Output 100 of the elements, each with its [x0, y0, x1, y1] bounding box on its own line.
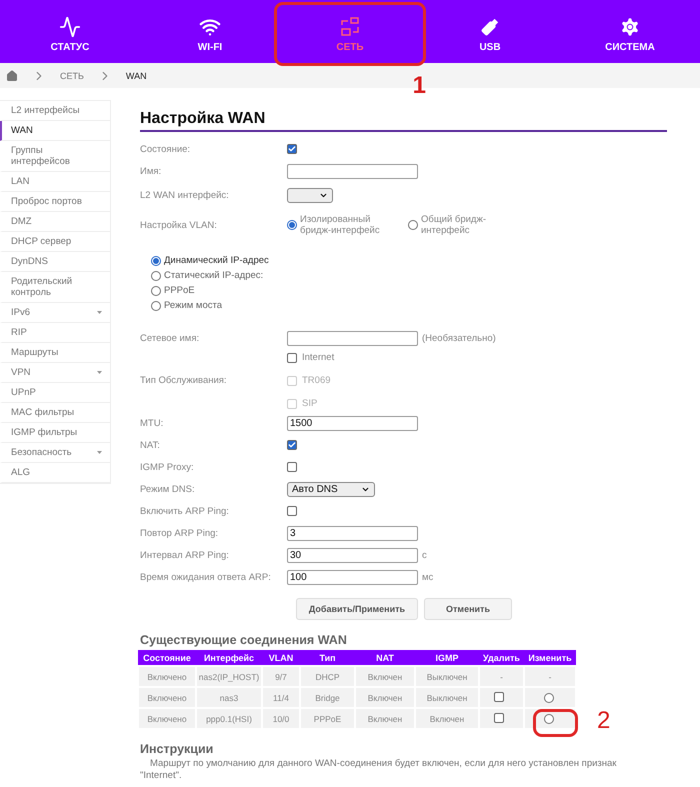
sidebar-item[interactable]: Группы интерфейсов	[0, 141, 110, 172]
table-cell: Включен	[355, 708, 415, 729]
column-header: Удалить	[479, 650, 524, 666]
radio-label: PPPoE	[164, 285, 195, 296]
radio-label: Режим моста	[164, 300, 222, 311]
field-label: MTU:	[140, 418, 164, 428]
column-header: VLAN	[262, 650, 300, 666]
breadcrumb-item[interactable]: СЕТЬ	[60, 70, 84, 80]
radio-label: Статический IP-адрес:	[164, 270, 264, 281]
table-cell: 9/7	[262, 666, 300, 687]
sidebar-item[interactable]: WAN	[0, 121, 110, 141]
radio-label: Динамический IP-адрес	[164, 255, 269, 266]
input-field[interactable]	[287, 164, 418, 178]
table-cell: Включен	[415, 708, 479, 729]
nav-tab[interactable]: USB	[420, 0, 560, 63]
input-field[interactable]	[287, 330, 418, 346]
field-hint: с	[422, 550, 427, 560]
radio-label: Изолированный бридж-интерфейс	[300, 214, 381, 236]
field-hint: (Необязательно)	[422, 332, 496, 344]
radio-button[interactable]	[151, 256, 161, 266]
field-hint: мс	[422, 572, 434, 582]
sidebar-item[interactable]: LAN	[0, 172, 110, 192]
table-cell: Bridge	[300, 687, 355, 708]
column-header: IGMP	[415, 650, 479, 666]
sidebar-item[interactable]: VPN	[0, 363, 110, 383]
settings-icon	[619, 16, 641, 38]
table-cell: nas2(IP_HOST)	[196, 666, 262, 687]
section-title: Инструкции	[140, 742, 214, 756]
caret-icon	[97, 371, 102, 374]
sidebar-item[interactable]: DynDNS	[0, 252, 110, 272]
input-field[interactable]: 30	[287, 548, 418, 562]
sidebar-item[interactable]: RIP	[0, 323, 110, 343]
table-cell: nas3	[196, 687, 262, 708]
flash-drive-icon	[479, 16, 501, 38]
caret-icon	[97, 451, 102, 454]
pulse-icon	[59, 16, 81, 38]
table-cell: Включено	[138, 708, 196, 729]
radio-button[interactable]	[287, 220, 297, 230]
nav-tab[interactable]: WI-FI	[140, 0, 280, 63]
form-button[interactable]: Добавить/Применить	[296, 598, 418, 620]
checkbox[interactable]	[287, 352, 297, 362]
sidebar-item[interactable]: Проброс портов	[0, 192, 110, 212]
sidebar-item[interactable]: MAC фильтры	[0, 403, 110, 423]
radio-button[interactable]	[151, 300, 161, 310]
radio-button[interactable]	[151, 286, 161, 296]
sidebar-item[interactable]: IPv6	[0, 303, 110, 323]
checkbox[interactable]	[287, 144, 297, 154]
field-label: Интервал ARP Ping:	[140, 550, 230, 560]
input-field[interactable]: 3	[287, 526, 418, 540]
dropdown[interactable]	[287, 188, 333, 202]
field-label: Имя:	[140, 166, 162, 176]
field-label: Состояние:	[140, 144, 192, 154]
breadcrumb-item[interactable]: WAN	[126, 70, 147, 80]
field-label: Сетевое имя:	[140, 332, 200, 344]
sidebar-item[interactable]: DMZ	[0, 212, 110, 232]
radio-button[interactable]	[408, 220, 418, 230]
sidebar-item[interactable]: Родительский контроль	[0, 272, 110, 303]
section-title: Существующие соединения WAN	[140, 633, 348, 647]
table-cell: Выключен	[415, 687, 479, 708]
input-field[interactable]: 1500	[287, 416, 418, 430]
field-label: Время ожидания ответа ARP:	[140, 572, 272, 582]
sidebar-item[interactable]: Безопасность	[0, 443, 110, 463]
column-header: Интерфейс	[196, 650, 262, 666]
sidebar-item[interactable]: UPnP	[0, 383, 110, 403]
checkbox[interactable]	[287, 506, 297, 516]
radio-label: Общий бридж-интерфейс	[421, 214, 487, 236]
table-cell: DHCP	[300, 666, 355, 687]
column-header: NAT	[355, 650, 415, 666]
sidebar-item[interactable]: L2 интерфейсы	[0, 101, 110, 121]
radio-button[interactable]	[544, 714, 554, 724]
radio-button[interactable]	[151, 270, 161, 280]
field-label: Настройка VLAN:	[140, 220, 218, 230]
form-button[interactable]: Отменить	[424, 598, 512, 620]
checkbox[interactable]	[287, 462, 297, 472]
sidebar-item[interactable]: ALG	[0, 463, 110, 483]
dropdown[interactable]: Авто DNS	[287, 482, 375, 496]
sidebar-item[interactable]: Маршруты	[0, 343, 110, 363]
field-label: L2 WAN интерфейс:	[140, 190, 230, 200]
table-cell-text: -	[500, 672, 503, 682]
checkbox[interactable]	[494, 692, 504, 702]
table-cell: PPPoE	[300, 708, 355, 729]
field-label: Тип Обслуживания:	[140, 375, 228, 386]
field-label: Включить ARP Ping:	[140, 506, 230, 516]
home-icon[interactable]	[6, 70, 18, 82]
sidebar-item[interactable]: IGMP фильтры	[0, 423, 110, 443]
table-cell-text: -	[548, 672, 552, 682]
table-cell: Выключен	[415, 666, 479, 687]
instructions-text: Маршрут по умолчанию для данного WAN-соединения будет включен, если для него установлен признак "Internet".	[140, 758, 618, 782]
nav-tab[interactable]: СТАТУС	[0, 0, 140, 63]
network-icon	[339, 16, 361, 38]
checkbox-label: SIP	[302, 398, 318, 409]
annotation-number: 2	[597, 707, 610, 735]
checkbox[interactable]	[287, 440, 297, 450]
table-cell: 10/0	[262, 708, 300, 729]
radio-button[interactable]	[544, 692, 554, 702]
checkbox[interactable]	[494, 712, 504, 722]
input-field[interactable]: 100	[287, 570, 418, 584]
nav-tab[interactable]: СИСТЕМА	[560, 0, 700, 63]
sidebar-item[interactable]: DHCP сервер	[0, 232, 110, 252]
table-cell: 11/4	[262, 687, 300, 708]
